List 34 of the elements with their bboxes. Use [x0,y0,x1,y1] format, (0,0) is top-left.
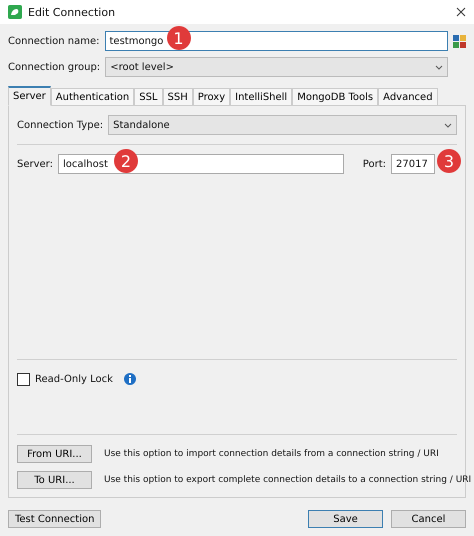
annotation-badge: 3 [437,149,461,173]
port-field[interactable]: 27017 [391,154,435,174]
checkbox-label: Read-Only Lock [35,374,113,384]
app-logo-icon [8,5,22,19]
tab[interactable]: Authentication [50,88,134,106]
annotation-badge: 2 [114,149,138,173]
field-label: Server: [17,158,53,170]
connection-group-dropdown[interactable]: <root level> [105,57,448,77]
tab[interactable]: MongoDB Tools [292,88,378,106]
tab[interactable]: SSH [162,88,193,106]
color-picker-icon[interactable] [453,34,466,48]
tab[interactable]: Advanced [378,88,438,106]
tab[interactable]: Proxy [192,88,230,106]
tab[interactable]: SSL [134,88,162,106]
tab[interactable]: IntelliShell [230,88,292,106]
chevron-down-icon [435,64,443,70]
field-label: Connection group: [8,62,100,72]
checkbox[interactable] [17,372,30,386]
dialog-button[interactable]: Cancel [391,510,466,528]
tab[interactable]: Server [8,86,51,106]
description-text: Use this option to export complete connection details to a connection string / URI [104,475,472,485]
close-icon[interactable] [456,7,466,17]
uri-button[interactable]: From URI... [17,445,92,463]
description-text: Use this option to import connection details from a connection string / URI [104,449,439,459]
field-label: Port: [362,158,386,170]
dialog-button[interactable]: Test Connection [8,510,102,528]
field-label: Connection Type: [17,120,104,130]
chevron-down-icon [444,122,452,128]
connection-type-dropdown[interactable]: Standalone [108,115,457,135]
dialog-button[interactable]: Save [308,510,383,528]
info-icon[interactable] [124,373,136,385]
window-title: Edit Connection [28,6,116,18]
field-label: Connection name: [8,36,100,46]
uri-button[interactable]: To URI... [17,471,92,489]
